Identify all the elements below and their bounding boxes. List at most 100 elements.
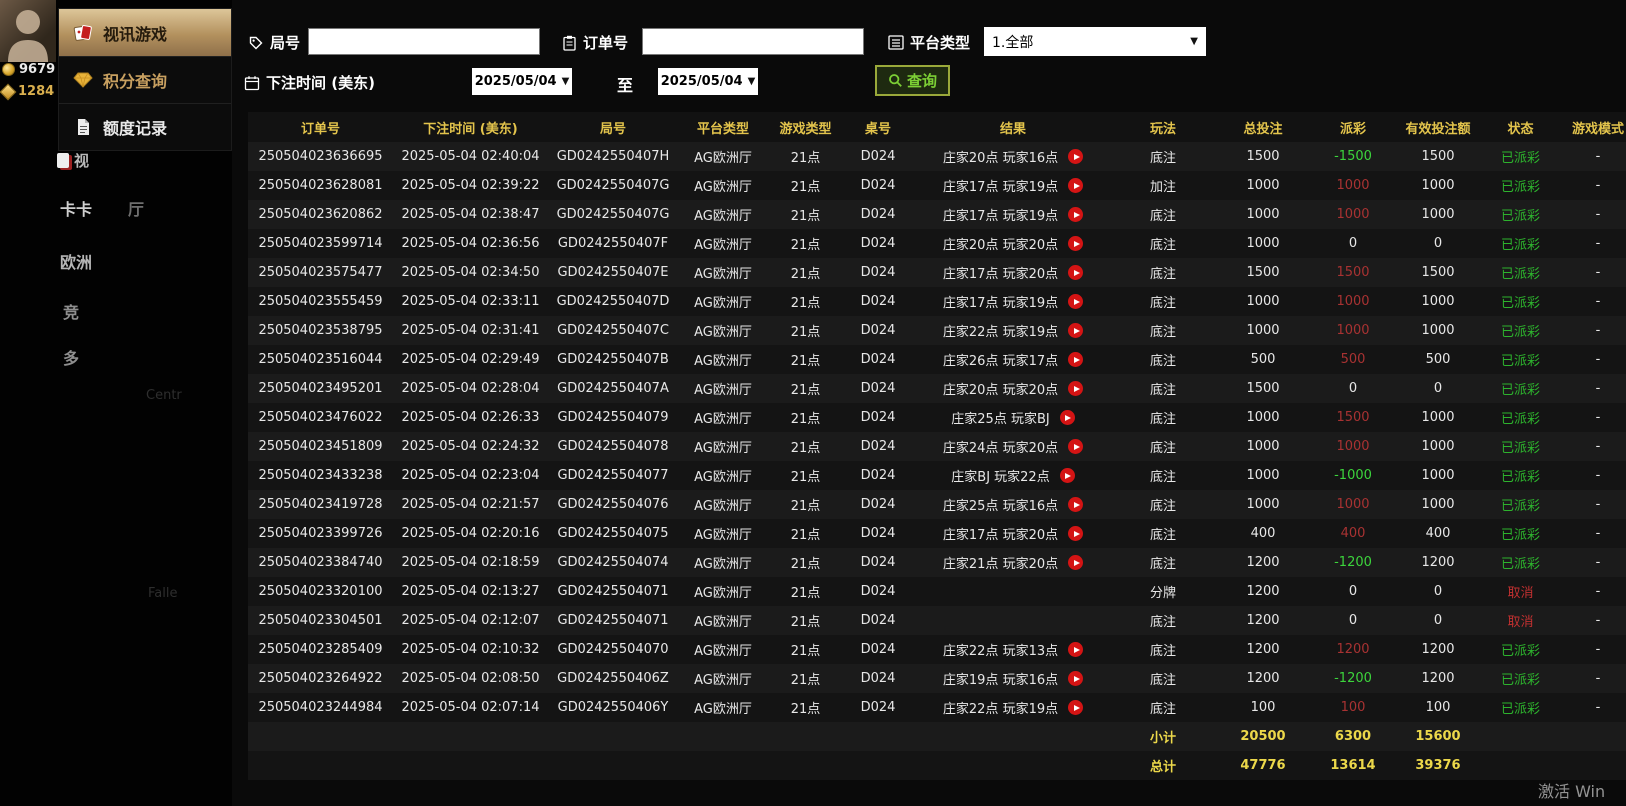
cell-bet-time: 2025-05-04 02:40:04 bbox=[401, 149, 540, 164]
total-total-bet: 47776 bbox=[1240, 758, 1286, 773]
replay-play-button[interactable] bbox=[1068, 236, 1084, 251]
cell-payout: -1500 bbox=[1334, 149, 1372, 164]
table-row: 250504023433238 2025-05-04 02:23:04 GD0242… bbox=[248, 461, 1626, 490]
cell-total-bet: 1200 bbox=[1246, 642, 1280, 657]
records-table: 订单号 下注时间 (美东) 局号 平台类型 游戏类型 桌号 结果 玩法 总投注 派彩 有效投注额 状态… bbox=[248, 112, 1626, 780]
cell-valid-bet: 1200 bbox=[1421, 671, 1455, 686]
cell-platform-type: AG欧洲厅 bbox=[694, 470, 752, 485]
cell-table-number: D024 bbox=[860, 323, 896, 338]
round-number-input[interactable] bbox=[308, 28, 540, 55]
bg-nav-duo[interactable]: 多 bbox=[63, 345, 79, 369]
cell-total-bet: 1200 bbox=[1246, 555, 1280, 570]
cell-play-type: 底注 bbox=[1149, 296, 1176, 311]
cell-total-bet: 1000 bbox=[1246, 178, 1280, 193]
bg-nav-video[interactable]: 视 bbox=[57, 150, 89, 171]
label-text: 平台类型 bbox=[910, 34, 971, 52]
cell-play-type: 加注 bbox=[1149, 180, 1176, 195]
cell-order-number: 250504023433238 bbox=[258, 468, 383, 483]
bg-nav-europe[interactable]: 欧洲 bbox=[60, 249, 92, 273]
replay-play-button[interactable] bbox=[1068, 497, 1084, 512]
cell-bet-time: 2025-05-04 02:31:41 bbox=[401, 323, 540, 338]
table-row: 250504023476022 2025-05-04 02:26:33 GD0242… bbox=[248, 403, 1626, 432]
cell-total-bet: 100 bbox=[1250, 700, 1276, 715]
cell-game-type: 21点 bbox=[790, 499, 821, 514]
replay-play-button[interactable] bbox=[1068, 671, 1084, 686]
total-payout: 13614 bbox=[1330, 758, 1376, 773]
cell-result: 庄家17点 玩家19点 bbox=[913, 205, 1113, 224]
replay-play-button[interactable] bbox=[1068, 439, 1084, 454]
replay-play-button[interactable] bbox=[1068, 352, 1084, 367]
result-text: 庄家BJ 玩家22点 bbox=[951, 470, 1050, 485]
replay-play-button[interactable] bbox=[1068, 323, 1084, 338]
sidebar-item-label: 额度记录 bbox=[103, 119, 168, 138]
replay-play-button[interactable] bbox=[1068, 381, 1084, 396]
cell-game-type: 21点 bbox=[790, 354, 821, 369]
cell-game-mode: - bbox=[1595, 584, 1601, 599]
cell-round-number: GD02425504071 bbox=[557, 584, 669, 599]
cell-play-type: 底注 bbox=[1149, 209, 1176, 224]
replay-play-button[interactable] bbox=[1068, 149, 1084, 164]
column-header: 桌号 bbox=[864, 121, 891, 137]
replay-play-button[interactable] bbox=[1059, 468, 1075, 483]
sidebar-item-points-query[interactable]: 积分查询 bbox=[59, 56, 231, 103]
cell-platform-type: AG欧洲厅 bbox=[694, 702, 752, 717]
sidebar-item-video-games[interactable]: 视讯游戏 bbox=[59, 9, 231, 56]
cell-game-type: 21点 bbox=[790, 615, 821, 630]
result-text: 庄家19点 玩家16点 bbox=[942, 673, 1059, 688]
cell-order-number: 250504023555459 bbox=[258, 294, 383, 309]
table-row: 250504023451809 2025-05-04 02:24:32 GD0242… bbox=[248, 432, 1626, 461]
replay-play-button[interactable] bbox=[1068, 526, 1084, 541]
cell-total-bet: 1000 bbox=[1246, 323, 1280, 338]
avatar[interactable] bbox=[0, 0, 56, 62]
cell-status: 已派彩 bbox=[1500, 412, 1540, 427]
start-date-select[interactable]: 2025/05/04 ▼ bbox=[472, 68, 572, 95]
replay-play-button[interactable] bbox=[1068, 294, 1084, 309]
cell-status: 已派彩 bbox=[1500, 325, 1540, 340]
cell-status: 已派彩 bbox=[1500, 209, 1540, 224]
cell-result: 庄家26点 玩家17点 bbox=[913, 350, 1113, 369]
cell-play-type: 分牌 bbox=[1149, 586, 1176, 601]
sidebar-item-quota-records[interactable]: 额度记录 bbox=[59, 103, 231, 150]
bg-nav-jing[interactable]: 竞 bbox=[63, 299, 79, 323]
cell-table-number: D024 bbox=[860, 265, 896, 280]
search-button[interactable]: 查询 bbox=[875, 65, 950, 96]
replay-play-button[interactable] bbox=[1068, 642, 1084, 657]
cell-payout: 1000 bbox=[1336, 207, 1370, 222]
cell-round-number: GD0242550407G bbox=[556, 178, 670, 193]
replay-play-button[interactable] bbox=[1068, 555, 1084, 570]
cell-platform-type: AG欧洲厅 bbox=[694, 238, 752, 253]
cell-game-type: 21点 bbox=[790, 325, 821, 340]
replay-play-button[interactable] bbox=[1068, 265, 1084, 280]
cell-order-number: 250504023451809 bbox=[258, 439, 383, 454]
platform-type-select[interactable]: 1.全部 ▼ bbox=[984, 27, 1206, 56]
cell-bet-time: 2025-05-04 02:28:04 bbox=[401, 381, 540, 396]
cell-order-number: 250504023384740 bbox=[258, 555, 383, 570]
replay-play-button[interactable] bbox=[1068, 207, 1084, 222]
cell-payout: -1000 bbox=[1334, 468, 1372, 483]
points-row: 1284 bbox=[0, 83, 54, 100]
cell-status: 已派彩 bbox=[1500, 441, 1540, 456]
cell-order-number: 250504023320100 bbox=[258, 584, 383, 599]
replay-play-button[interactable] bbox=[1068, 178, 1084, 193]
cell-game-mode: - bbox=[1595, 294, 1601, 309]
replay-play-button[interactable] bbox=[1059, 410, 1075, 425]
cell-game-mode: - bbox=[1595, 207, 1601, 222]
result-text: 庄家17点 玩家20点 bbox=[942, 267, 1059, 282]
cell-game-mode: - bbox=[1595, 497, 1601, 512]
cell-bet-time: 2025-05-04 02:34:50 bbox=[401, 265, 540, 280]
cell-status: 已派彩 bbox=[1500, 470, 1540, 485]
cell-game-mode: - bbox=[1595, 265, 1601, 280]
cell-payout: 0 bbox=[1348, 613, 1358, 628]
bg-nav-kaka[interactable]: 卡卡 bbox=[60, 196, 92, 220]
cell-status: 已派彩 bbox=[1500, 702, 1540, 717]
cell-valid-bet: 1000 bbox=[1421, 410, 1455, 425]
order-number-input[interactable] bbox=[642, 28, 864, 55]
cell-bet-time: 2025-05-04 02:33:11 bbox=[401, 294, 540, 309]
cell-valid-bet: 1200 bbox=[1421, 642, 1455, 657]
end-date-select[interactable]: 2025/05/04 ▼ bbox=[658, 68, 758, 95]
cell-table-number: D024 bbox=[860, 584, 896, 599]
search-icon bbox=[889, 74, 902, 87]
replay-play-button[interactable] bbox=[1068, 700, 1084, 715]
start-date-value: 2025/05/04 bbox=[474, 74, 557, 89]
bg-nav-hall[interactable]: 厅 bbox=[128, 196, 144, 220]
